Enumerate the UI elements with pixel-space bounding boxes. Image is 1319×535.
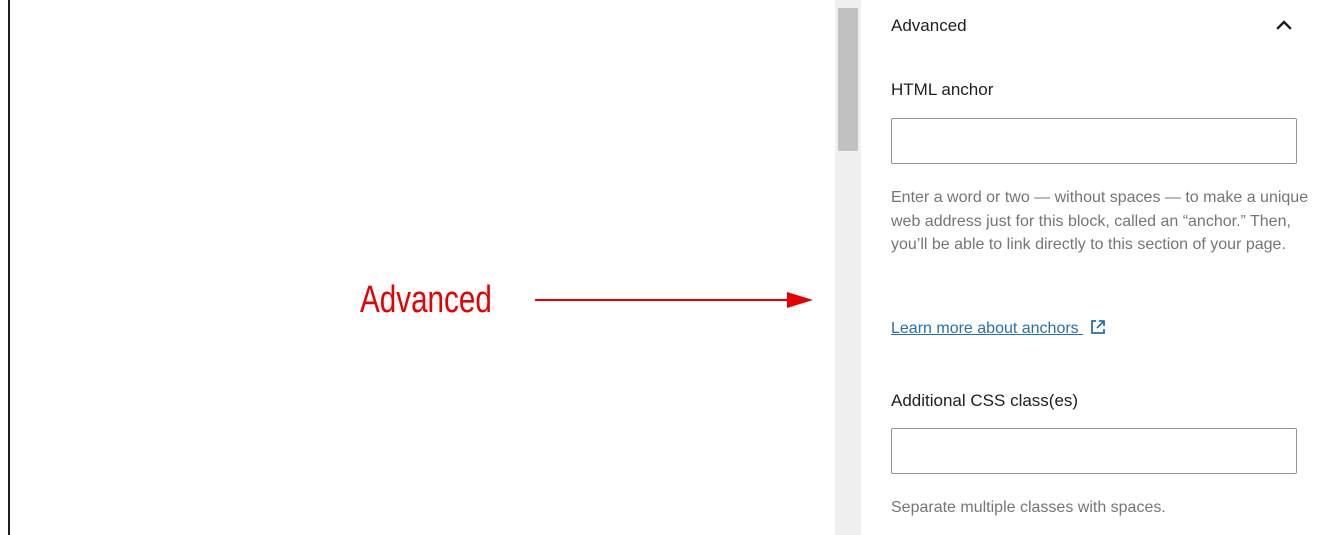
canvas-left-border bbox=[8, 0, 10, 535]
editor-scrollbar-thumb[interactable] bbox=[838, 8, 858, 151]
html-anchor-input[interactable] bbox=[891, 118, 1297, 164]
advanced-panel-title: Advanced bbox=[891, 16, 967, 35]
external-link-icon[interactable] bbox=[1089, 318, 1107, 336]
learn-more-anchors-link-label[interactable]: Learn more about anchors bbox=[891, 320, 1079, 337]
html-anchor-label: HTML anchor bbox=[891, 80, 994, 99]
annotation-arrow-icon bbox=[535, 292, 813, 308]
css-classes-help-text: Separate multiple classes with spaces. bbox=[891, 499, 1166, 516]
css-classes-label: Additional CSS class(es) bbox=[891, 391, 1079, 410]
annotation-label: Advanced bbox=[360, 279, 492, 321]
block-settings-sidebar: Advanced HTML anchor Enter a word or two… bbox=[861, 0, 1319, 535]
advanced-panel-toggle[interactable]: Advanced bbox=[891, 12, 1303, 46]
learn-more-anchors-link[interactable]: Learn more about anchors bbox=[891, 318, 1107, 338]
css-classes-input[interactable] bbox=[891, 428, 1297, 474]
page: Advanced Advanced HTML anchor Enter a wo… bbox=[0, 0, 1319, 535]
chevron-up-icon[interactable] bbox=[1273, 14, 1295, 36]
html-anchor-help-text: Enter a word or two — without spaces — t… bbox=[891, 189, 1309, 253]
